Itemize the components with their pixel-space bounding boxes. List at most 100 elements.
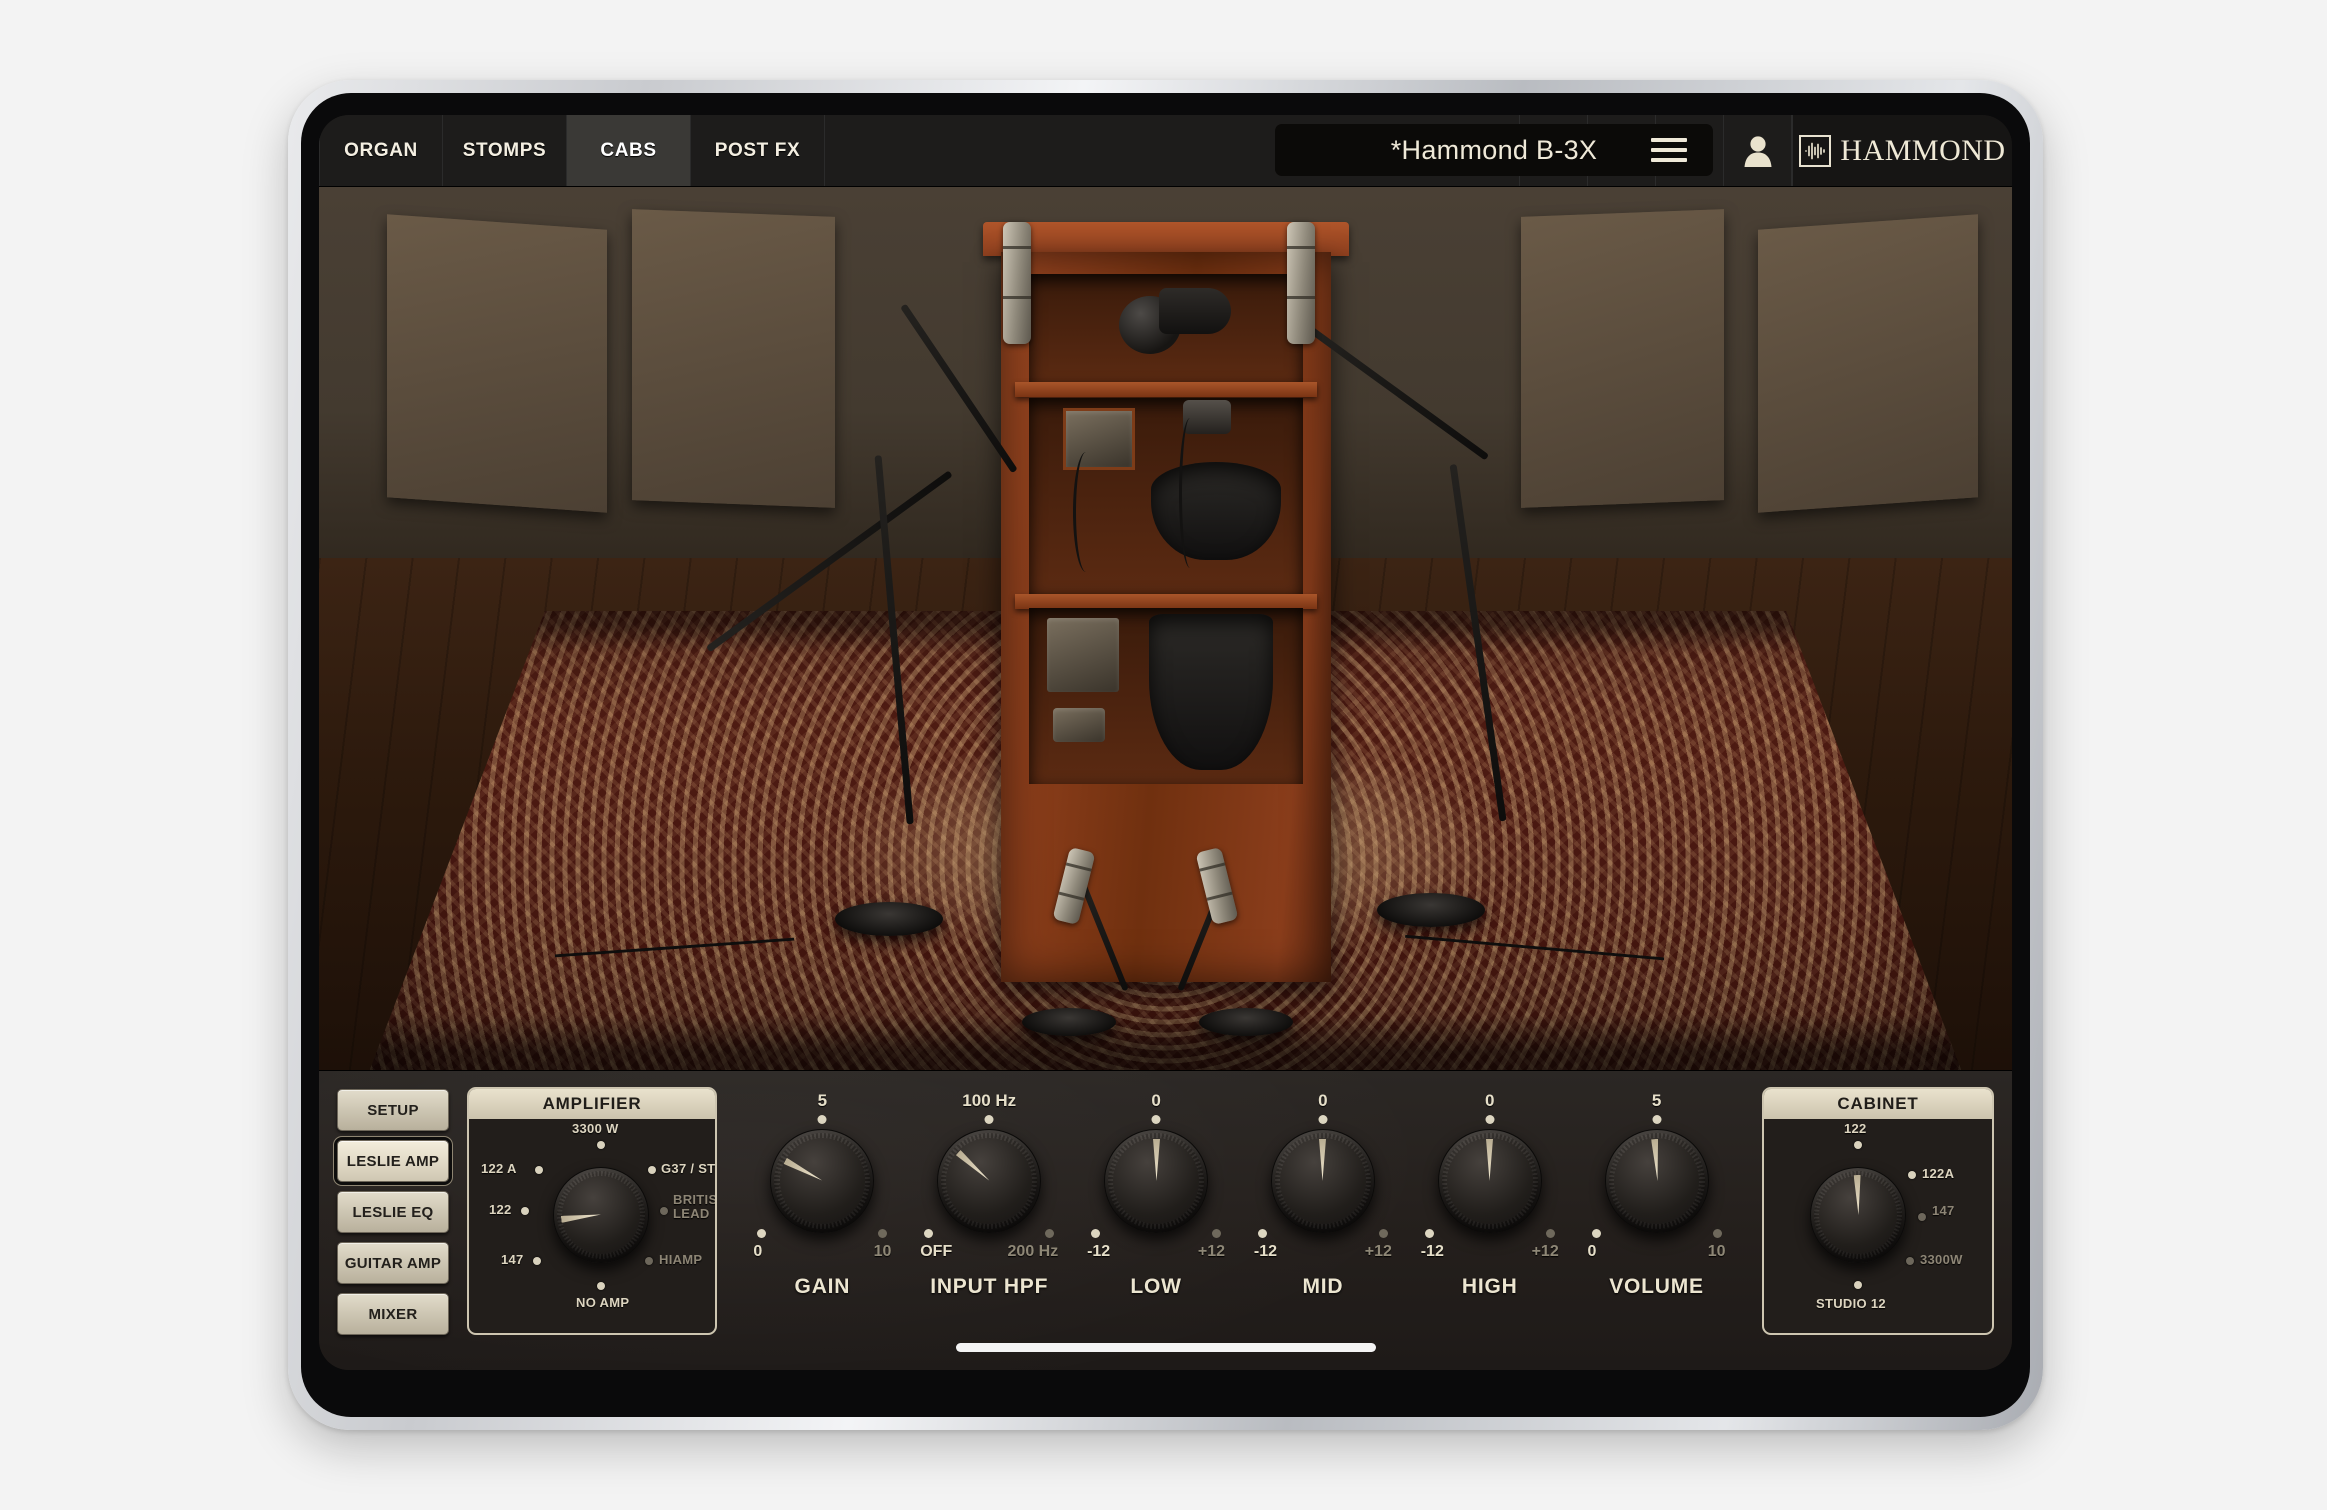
knob-min-label: OFF (920, 1243, 952, 1261)
cab-tick-label-147: 147 (1932, 1203, 1955, 1218)
knob-max-label: +12 (1532, 1243, 1559, 1261)
top-navigation-bar: ORGAN STOMPS CABS POST FX *Hammond B-3X (319, 115, 2012, 187)
gain-knob[interactable] (770, 1129, 874, 1233)
knob-max-label: 10 (1708, 1243, 1726, 1261)
amp-tick-label-hiamp: HIAMP (659, 1252, 702, 1267)
knob-name-label: GAIN (795, 1275, 851, 1299)
cab-tick-dot-3300w (1906, 1257, 1914, 1265)
knob-max-tick (1546, 1229, 1555, 1238)
knob-name-label: INPUT HPF (930, 1275, 1048, 1299)
sidebar-item-guitar-amp[interactable]: GUITAR AMP (337, 1242, 449, 1284)
user-profile-icon (1743, 135, 1773, 167)
knob-max-tick (1045, 1229, 1054, 1238)
preset-name-field[interactable]: *Hammond B-3X (1275, 124, 1713, 176)
motor-assembly (1063, 408, 1135, 470)
knob-center-tick (985, 1115, 994, 1124)
knob-name-label: HIGH (1462, 1275, 1518, 1299)
knob-name-label: VOLUME (1609, 1275, 1704, 1299)
tab-label: STOMPS (463, 140, 547, 162)
amp-tick-label-g37: G37 / ST 12 (661, 1161, 717, 1176)
volume-knob[interactable] (1605, 1129, 1709, 1233)
tab-label: POST FX (715, 140, 801, 162)
low-eq-knob[interactable] (1104, 1129, 1208, 1233)
amp-tick-dot-122a (535, 1166, 543, 1174)
knob-center-tick (818, 1115, 827, 1124)
tab-organ[interactable]: ORGAN (319, 115, 443, 186)
amp-tick-label-122: 122 (489, 1202, 512, 1217)
control-sidebar: SETUP LESLIE AMP LESLIE EQ GUITAR AMP MI (337, 1087, 449, 1344)
knob-center-tick (1652, 1115, 1661, 1124)
knob-group-volume: 5 0 10 VOLUME (1588, 1093, 1726, 1343)
profile-button[interactable] (1724, 115, 1792, 186)
cab-tick-label-122: 122 (1844, 1121, 1867, 1136)
cabinet-selector[interactable]: 122 122A 147 3300W STUDIO 12 (1764, 1119, 1992, 1335)
cabinet-selector-knob[interactable] (1810, 1167, 1906, 1263)
knob-max-label: 10 (874, 1243, 892, 1261)
lower-rotor (1149, 614, 1273, 770)
knob-min-label: 0 (1588, 1243, 1597, 1261)
high-eq-knob[interactable] (1438, 1129, 1542, 1233)
tab-stomps[interactable]: STOMPS (443, 115, 567, 186)
knob-max-tick (1713, 1229, 1722, 1238)
cab-tick-label-studio12: STUDIO 12 (1816, 1296, 1886, 1311)
treble-horn-body (1159, 288, 1231, 334)
knob-min-label: -12 (1254, 1243, 1277, 1261)
condenser-mic (1287, 222, 1315, 344)
amp-tick-label-147: 147 (501, 1252, 524, 1267)
knob-min-tick (757, 1229, 766, 1238)
internal-cable (1179, 418, 1201, 568)
amplifier-panel-title: AMPLIFIER (469, 1089, 715, 1119)
sidebar-item-setup[interactable]: SETUP (337, 1089, 449, 1131)
control-panel: SETUP LESLIE AMP LESLIE EQ GUITAR AMP MI (319, 1070, 2012, 1370)
input-hpf-knob[interactable] (937, 1129, 1041, 1233)
tab-post-fx[interactable]: POST FX (691, 115, 825, 186)
knob-name-label: LOW (1130, 1275, 1181, 1299)
sidebar-item-leslie-eq[interactable]: LESLIE EQ (337, 1191, 449, 1233)
bass-rotor-drum (1151, 462, 1281, 560)
knob-top-label: 0 (1151, 1091, 1160, 1111)
cab-tick-dot-122a (1908, 1171, 1916, 1179)
knob-center-tick (1152, 1115, 1161, 1124)
hamburger-menu-icon[interactable] (1651, 138, 1687, 162)
amp-tick-dot-147 (533, 1257, 541, 1265)
tab-cabs[interactable]: CABS (567, 115, 691, 186)
knob-min-tick (1258, 1229, 1267, 1238)
knob-group-gain: 5 0 10 GAIN (753, 1093, 891, 1343)
power-unit (1053, 708, 1105, 742)
knob-min-label: -12 (1421, 1243, 1444, 1261)
amplifier-panel: AMPLIFIER 3300 W G37 / ST 12 (467, 1087, 717, 1335)
condenser-mic (1003, 222, 1031, 344)
knob-top-label: 0 (1318, 1091, 1327, 1111)
amplifier-selector[interactable]: 3300 W G37 / ST 12 BRITISH LEAD HIAMP NO… (469, 1119, 715, 1335)
home-indicator-bar[interactable] (956, 1343, 1376, 1352)
amp-tick-dot-hiamp (645, 1257, 653, 1265)
cab-tick-dot-122 (1854, 1141, 1862, 1149)
sidebar-item-mixer[interactable]: MIXER (337, 1293, 449, 1335)
knob-group-mid: 0 -12 +12 MID (1254, 1093, 1392, 1343)
mid-eq-knob[interactable] (1271, 1129, 1375, 1233)
sidebar-item-label: MIXER (368, 1306, 417, 1323)
cabinet-scene-photo[interactable] (319, 187, 2012, 1070)
cabinet-shelf-upper (1015, 382, 1317, 397)
cabinet-shelf-lower (1015, 594, 1317, 609)
cabinet-panel-title: CABINET (1764, 1089, 1992, 1119)
knob-min-tick (1425, 1229, 1434, 1238)
sidebar-item-label: LESLIE EQ (352, 1204, 433, 1221)
amplifier-selector-knob[interactable] (553, 1167, 649, 1263)
internal-cable (1073, 452, 1099, 572)
tab-label: ORGAN (344, 140, 418, 162)
amp-tick-label-122a: 122 A (481, 1161, 517, 1176)
acoustic-panel (1758, 215, 1978, 513)
knob-min-label: -12 (1087, 1243, 1110, 1261)
cab-tick-label-122a: 122A (1922, 1166, 1954, 1181)
hammond-brand: HAMMOND (1792, 115, 2012, 186)
amp-tick-label-british-lead: BRITISH LEAD (673, 1193, 717, 1221)
knob-name-label: MID (1302, 1275, 1343, 1299)
knob-center-tick (1318, 1115, 1327, 1124)
mic-stand-base (1022, 1008, 1116, 1036)
amp-tick-label-3300w: 3300 W (572, 1121, 619, 1136)
sidebar-item-label: SETUP (367, 1102, 419, 1119)
acoustic-panel (632, 210, 835, 509)
sidebar-item-leslie-amp[interactable]: LESLIE AMP (337, 1140, 449, 1182)
knob-top-label: 0 (1485, 1091, 1494, 1111)
